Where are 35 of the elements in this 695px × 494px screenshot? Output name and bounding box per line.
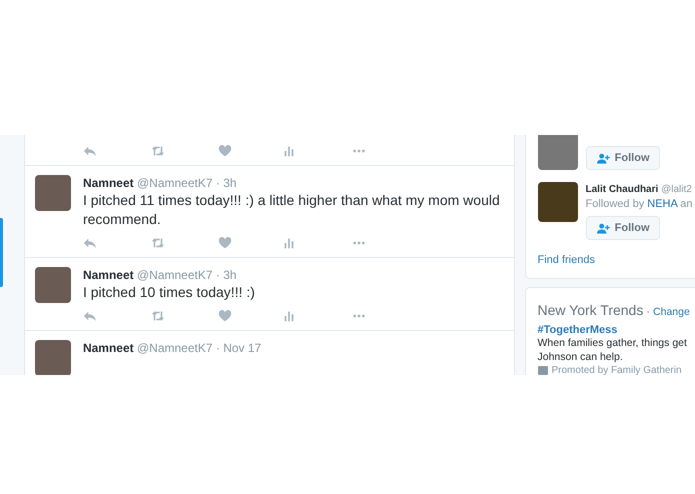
stats-icon[interactable] (282, 309, 296, 323)
stats-icon[interactable] (282, 144, 296, 158)
tweet-header: Namneet @NamneetK7 · 3h (82, 267, 238, 283)
retweet-icon[interactable] (150, 309, 165, 323)
avatar[interactable] (538, 182, 578, 222)
user-name[interactable]: Lalit Chaudhari @lalit2 (586, 182, 693, 197)
reply-icon[interactable] (82, 309, 97, 323)
heart-icon[interactable] (218, 309, 232, 323)
tweet-header: Namneet @NamneetK7 · Nov 17 (82, 340, 262, 356)
heart-icon[interactable] (218, 236, 232, 250)
avatar[interactable] (34, 340, 71, 375)
trend-tag[interactable]: #TogetherMess (538, 324, 695, 336)
heart-icon[interactable] (218, 144, 232, 158)
promoted-icon (538, 366, 548, 375)
followed-by: Followed by NEHA an (586, 197, 693, 212)
add-user-icon (596, 222, 610, 234)
trend-description: When families gather, things get Johnson can help. (538, 336, 688, 364)
stats-icon[interactable] (282, 236, 296, 250)
add-user-icon (596, 152, 610, 164)
reply-icon[interactable] (82, 144, 97, 158)
reply-icon[interactable] (82, 236, 97, 250)
change-link[interactable]: Change (653, 306, 690, 318)
avatar[interactable] (34, 267, 71, 303)
retweet-icon[interactable] (150, 144, 165, 158)
separator-dot: · (646, 306, 650, 318)
find-friends-link[interactable]: Find friends (538, 254, 695, 266)
avatar[interactable] (34, 175, 71, 211)
follow-button[interactable]: Follow (586, 146, 660, 170)
tweet-text: I pitched 11 times today!!! :) a little higher than what my mom would recommend. (82, 191, 501, 229)
retweet-icon[interactable] (150, 236, 165, 250)
follow-button[interactable]: Follow (586, 216, 660, 240)
promoted-label: Promoted by Family Gatherin (552, 365, 682, 375)
tweet-text: I pitched 10 times today!!! :) (82, 283, 256, 302)
tweet-header: Namneet @NamneetK7 · 3h (82, 175, 238, 191)
trends-title: New York Trends (538, 302, 644, 318)
